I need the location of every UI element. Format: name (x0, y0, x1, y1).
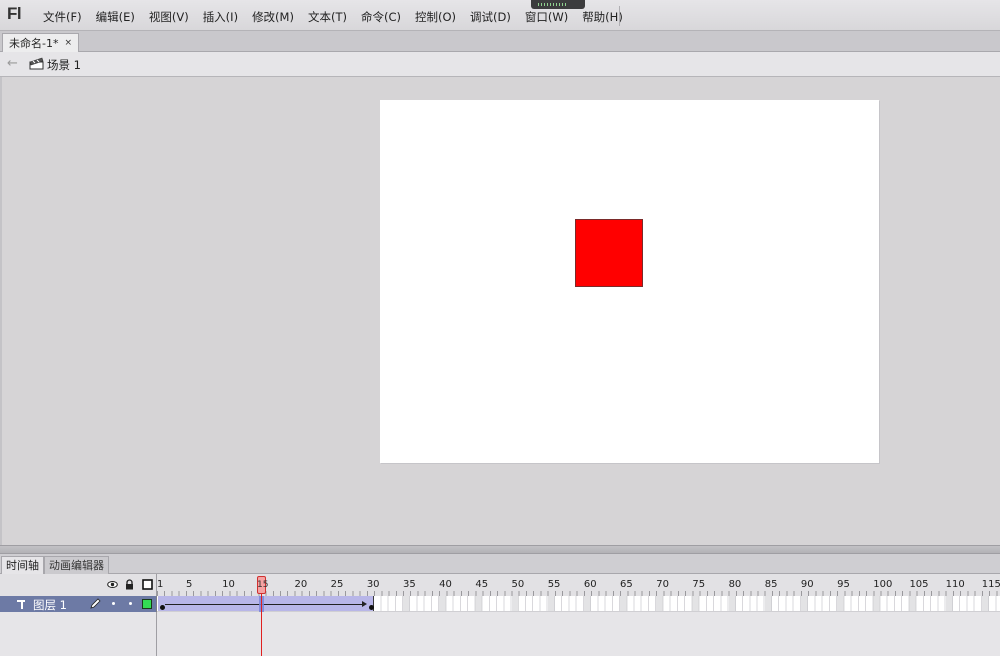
outline-icon[interactable] (142, 579, 153, 590)
menu-edit[interactable]: 编辑(E) (89, 0, 142, 31)
clapperboard-icon (29, 57, 44, 70)
menu-bar: Fl 文件(F) 编辑(E) 视图(V) 插入(I) 修改(M) 文本(T) 命… (0, 0, 1000, 31)
ruler-label: 115 (981, 579, 1000, 590)
lock-icon[interactable] (124, 579, 135, 590)
document-tab-bar: 未命名-1* × (0, 31, 1000, 52)
menu-modify[interactable]: 修改(M) (245, 0, 301, 31)
ruler-label: 1 (157, 579, 164, 590)
fifth-frame-marker (620, 596, 628, 612)
ruler-label: 60 (583, 579, 597, 590)
app-logo: Fl (7, 4, 22, 23)
red-square-shape[interactable] (575, 219, 643, 287)
ruler-label: 70 (656, 579, 669, 590)
panel-tab-bar: 时间轴 动画编辑器 (0, 554, 1000, 574)
frame-cells[interactable] (156, 596, 1000, 612)
ruler-label: 25 (330, 579, 344, 590)
menu-commands[interactable]: 命令(C) (354, 0, 408, 31)
ruler-label: 90 (800, 579, 814, 590)
fifth-frame-marker (873, 596, 881, 612)
fifth-frame-marker (945, 596, 953, 612)
ruler-label: 95 (837, 579, 850, 590)
ruler-label: 20 (294, 579, 308, 590)
edit-bar: ← 场景 1 (0, 52, 1000, 77)
ruler-label: 40 (439, 579, 452, 590)
visibility-dot-icon[interactable] (112, 602, 115, 605)
fifth-frame-marker (547, 596, 555, 612)
menu-debug[interactable]: 调试(D) (463, 0, 518, 31)
fifth-frame-marker (981, 596, 989, 612)
ruler-label: 35 (402, 579, 416, 590)
ruler-label: 75 (692, 579, 706, 590)
fifth-frame-marker (475, 596, 483, 612)
fifth-frame-marker (800, 596, 808, 612)
menu-separator (619, 6, 620, 26)
fifth-frame-marker (728, 596, 736, 612)
menu-insert[interactable]: 插入(I) (196, 0, 245, 31)
menu-view[interactable]: 视图(V) (142, 0, 196, 31)
keyframe-start[interactable] (160, 605, 165, 610)
timeline-empty-area (0, 612, 1000, 656)
fifth-frame-marker (583, 596, 591, 612)
meter-bars-icon (538, 3, 568, 6)
ruler-label: 55 (547, 579, 561, 590)
layer-icon (17, 600, 25, 609)
ruler-label: 80 (728, 579, 742, 590)
fifth-frame-marker (511, 596, 519, 612)
lock-dot-icon[interactable] (129, 602, 132, 605)
back-arrow-icon[interactable]: ← (7, 56, 18, 71)
fifth-frame-marker (764, 596, 772, 612)
ruler-label: 65 (620, 579, 633, 590)
playhead-line (261, 594, 262, 656)
menu-text[interactable]: 文本(T) (301, 0, 354, 31)
layer-outline-color[interactable] (142, 599, 152, 609)
ruler-label: 50 (511, 579, 525, 590)
ruler-label: 100 (873, 579, 893, 590)
playhead-frame-number: 15 (257, 580, 269, 590)
ruler-label: 85 (764, 579, 778, 590)
stage[interactable] (380, 100, 879, 463)
ruler-label: 110 (945, 579, 965, 590)
pasteboard (0, 77, 1000, 545)
ruler-label: 45 (475, 579, 489, 590)
pencil-icon (90, 598, 101, 609)
menu-file[interactable]: 文件(F) (36, 0, 89, 31)
eye-icon[interactable] (107, 579, 118, 590)
timeline-header: 1 5 10 20 25 30 35 40 45 50 55 60 65 70 75 80 85 90 95 100 1… (0, 574, 1000, 596)
fifth-frame-marker (837, 596, 845, 612)
ruler-label: 105 (909, 579, 929, 590)
frame-ruler[interactable]: 1 5 10 20 25 30 35 40 45 50 55 60 65 70 75 80 85 90 95 100 1… (156, 574, 1000, 596)
document-tab-label: 未命名-1* (9, 37, 59, 50)
fifth-frame-marker (692, 596, 700, 612)
ruler-label: 5 (185, 579, 193, 590)
pasteboard-edge (0, 77, 2, 545)
layer-info[interactable]: 图层 1 (0, 596, 156, 612)
fifth-frame-marker (402, 596, 410, 612)
motion-tween-span[interactable] (158, 596, 374, 612)
tab-timeline[interactable]: 时间轴 (1, 556, 44, 574)
fifth-frame-marker (656, 596, 664, 612)
layer-row[interactable]: 图层 1 (0, 596, 1000, 612)
panel-splitter[interactable] (0, 545, 1000, 554)
scene-label[interactable]: 场景 1 (47, 57, 81, 73)
layer-toggle-icons (104, 579, 156, 592)
tween-arrow-icon (165, 604, 365, 605)
document-tab[interactable]: 未命名-1* × (2, 33, 79, 52)
fifth-frame-marker (909, 596, 917, 612)
tab-motion-editor[interactable]: 动画编辑器 (44, 556, 109, 574)
menu-control[interactable]: 控制(O) (408, 0, 463, 31)
ruler-label: 10 (222, 579, 235, 590)
fifth-frame-marker (439, 596, 447, 612)
workspace-switcher[interactable] (531, 0, 585, 9)
keyframe-end[interactable] (369, 605, 374, 610)
close-icon[interactable]: × (64, 38, 72, 48)
layer-name[interactable]: 图层 1 (33, 597, 67, 613)
timeline-divider (156, 612, 157, 656)
ruler-label: 30 (366, 579, 380, 590)
tween-arrowhead-icon (362, 601, 367, 607)
